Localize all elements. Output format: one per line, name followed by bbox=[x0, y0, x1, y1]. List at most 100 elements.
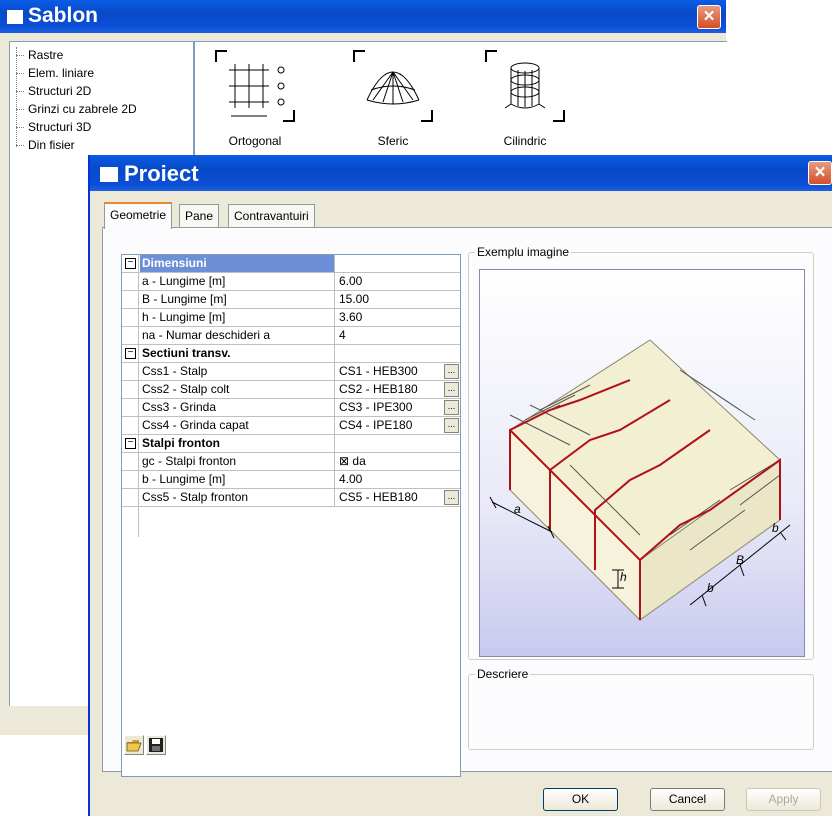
corner-bracket bbox=[421, 110, 433, 122]
corner-bracket bbox=[485, 50, 497, 62]
property-name: Css5 - Stalp fronton bbox=[140, 489, 335, 506]
hall-structure-icon: a h b B b bbox=[489, 339, 791, 622]
property-name: Css2 - Stalp colt bbox=[140, 381, 335, 398]
proiect-close-button[interactable]: × bbox=[808, 161, 832, 185]
description-label: Descriere bbox=[475, 667, 531, 681]
dim-label-b2: b bbox=[772, 521, 779, 535]
ellipsis-button[interactable]: ... bbox=[444, 400, 459, 415]
tab-geometrie[interactable]: Geometrie bbox=[104, 202, 173, 229]
template-label: Cilindric bbox=[503, 134, 547, 148]
open-folder-icon bbox=[126, 740, 142, 752]
tree-item-rastre[interactable]: Rastre bbox=[10, 46, 137, 64]
category-value bbox=[335, 435, 460, 452]
collapse-icon[interactable]: − bbox=[125, 348, 136, 359]
template-label: Sferic bbox=[377, 134, 409, 148]
property-name: h - Lungime [m] bbox=[140, 309, 335, 326]
tree-item-structuri-3d[interactable]: Structuri 3D bbox=[10, 118, 137, 136]
save-disk-icon bbox=[149, 738, 163, 752]
property-name: B - Lungime [m] bbox=[140, 291, 335, 308]
property-value[interactable]: CS5 - HEB180 bbox=[335, 489, 460, 506]
ellipsis-button[interactable]: ... bbox=[444, 364, 459, 379]
dim-label-B: B bbox=[736, 553, 744, 567]
property-row[interactable]: h - Lungime [m] 3.60 bbox=[122, 309, 460, 327]
property-row[interactable]: Css1 - Stalp CS1 - HEB300 ... bbox=[122, 363, 460, 381]
tab-contravantuiri[interactable]: Contravantuiri bbox=[228, 204, 315, 227]
dim-label-b1: b bbox=[707, 581, 714, 595]
property-value[interactable]: 4.00 bbox=[335, 471, 460, 488]
window-icon bbox=[100, 167, 118, 182]
property-name: Css4 - Grinda capat bbox=[140, 417, 335, 434]
property-row[interactable]: gc - Stalpi fronton ⊠ da bbox=[122, 453, 460, 471]
description-group: Descriere bbox=[468, 667, 814, 750]
ellipsis-button[interactable]: ... bbox=[444, 382, 459, 397]
sablon-titlebar[interactable]: Sablon × bbox=[0, 0, 726, 33]
category-label: Stalpi fronton bbox=[140, 435, 335, 452]
property-value[interactable]: CS4 - IPE180 bbox=[335, 417, 460, 434]
property-row[interactable]: Css5 - Stalp fronton CS5 - HEB180 ... bbox=[122, 489, 460, 507]
corner-bracket bbox=[283, 110, 295, 122]
property-value[interactable]: CS2 - HEB180 bbox=[335, 381, 460, 398]
cancel-button[interactable]: Cancel bbox=[650, 788, 725, 811]
ok-button[interactable]: OK bbox=[543, 788, 618, 811]
example-image-group: Exemplu imagine a h b B b bbox=[468, 245, 814, 660]
category-stalpi-fronton[interactable]: − Stalpi fronton bbox=[122, 435, 460, 453]
collapse-icon[interactable]: − bbox=[125, 438, 136, 449]
property-value[interactable]: 4 bbox=[335, 327, 460, 344]
property-value[interactable]: 6.00 bbox=[335, 273, 460, 290]
save-file-button[interactable] bbox=[146, 735, 166, 755]
property-checkbox-value[interactable]: ⊠ da bbox=[335, 453, 460, 470]
apply-button[interactable]: Apply bbox=[746, 788, 821, 811]
category-label: Sectiuni transv. bbox=[140, 345, 335, 362]
corner-bracket bbox=[353, 50, 365, 62]
template-sferic[interactable] bbox=[353, 50, 433, 122]
property-row[interactable]: b - Lungime [m] 4.00 bbox=[122, 471, 460, 489]
property-value[interactable]: 15.00 bbox=[335, 291, 460, 308]
property-row[interactable]: B - Lungime [m] 15.00 bbox=[122, 291, 460, 309]
category-dimensiuni[interactable]: − Dimensiuni bbox=[122, 255, 460, 273]
dim-label-a: a bbox=[514, 502, 521, 516]
structure-preview-image: a h b B b bbox=[479, 269, 805, 657]
property-name: a - Lungime [m] bbox=[140, 273, 335, 290]
property-name: b - Lungime [m] bbox=[140, 471, 335, 488]
template-label: Ortogonal bbox=[228, 134, 282, 148]
ellipsis-button[interactable]: ... bbox=[444, 418, 459, 433]
category-sectiuni-transv[interactable]: − Sectiuni transv. bbox=[122, 345, 460, 363]
corner-bracket bbox=[553, 110, 565, 122]
template-cilindric[interactable] bbox=[485, 50, 565, 122]
example-image-label: Exemplu imagine bbox=[475, 245, 572, 259]
property-name: gc - Stalpi fronton bbox=[140, 453, 335, 470]
tree-item-grinzi-cu-zabrele[interactable]: Grinzi cu zabrele 2D bbox=[10, 100, 137, 118]
ellipsis-button[interactable]: ... bbox=[444, 490, 459, 505]
proiect-dialog: Proiect × Geometrie Pane Contravantuiri … bbox=[88, 155, 832, 816]
tree-item-structuri-2d[interactable]: Structuri 2D bbox=[10, 82, 137, 100]
property-value[interactable]: CS3 - IPE300 bbox=[335, 399, 460, 416]
property-row[interactable]: Css2 - Stalp colt CS2 - HEB180 ... bbox=[122, 381, 460, 399]
category-label: Dimensiuni bbox=[140, 255, 335, 272]
collapse-icon[interactable]: − bbox=[125, 258, 136, 269]
property-row[interactable]: Css3 - Grinda CS3 - IPE300 ... bbox=[122, 399, 460, 417]
category-value bbox=[335, 345, 460, 362]
property-row[interactable]: na - Numar deschideri a 4 bbox=[122, 327, 460, 345]
property-row[interactable]: a - Lungime [m] 6.00 bbox=[122, 273, 460, 291]
property-value[interactable]: 3.60 bbox=[335, 309, 460, 326]
tree-item-elem-liniare[interactable]: Elem. liniare bbox=[10, 64, 137, 82]
sablon-status-strip bbox=[9, 706, 99, 735]
dim-label-h: h bbox=[620, 570, 627, 584]
tree-item-din-fisier[interactable]: Din fisier bbox=[10, 136, 137, 154]
property-name: Css1 - Stalp bbox=[140, 363, 335, 380]
window-icon bbox=[7, 10, 23, 24]
tab-pane[interactable]: Pane bbox=[179, 204, 220, 227]
geometrie-panel: − Dimensiuni a - Lungime [m] 6.00 B - Lu… bbox=[102, 227, 832, 777]
template-ortogonal[interactable] bbox=[215, 50, 295, 122]
property-name: Css3 - Grinda bbox=[140, 399, 335, 416]
sablon-title: Sablon bbox=[28, 4, 99, 27]
sablon-close-button[interactable]: × bbox=[697, 5, 721, 29]
property-value[interactable]: CS1 - HEB300 bbox=[335, 363, 460, 380]
category-value bbox=[335, 255, 460, 272]
proiect-title: Proiect bbox=[124, 161, 199, 186]
open-file-button[interactable] bbox=[124, 735, 144, 755]
corner-bracket bbox=[215, 50, 227, 62]
property-row[interactable]: Css4 - Grinda capat CS4 - IPE180 ... bbox=[122, 417, 460, 435]
property-name: na - Numar deschideri a bbox=[140, 327, 335, 344]
proiect-titlebar[interactable]: Proiect × bbox=[90, 155, 832, 191]
